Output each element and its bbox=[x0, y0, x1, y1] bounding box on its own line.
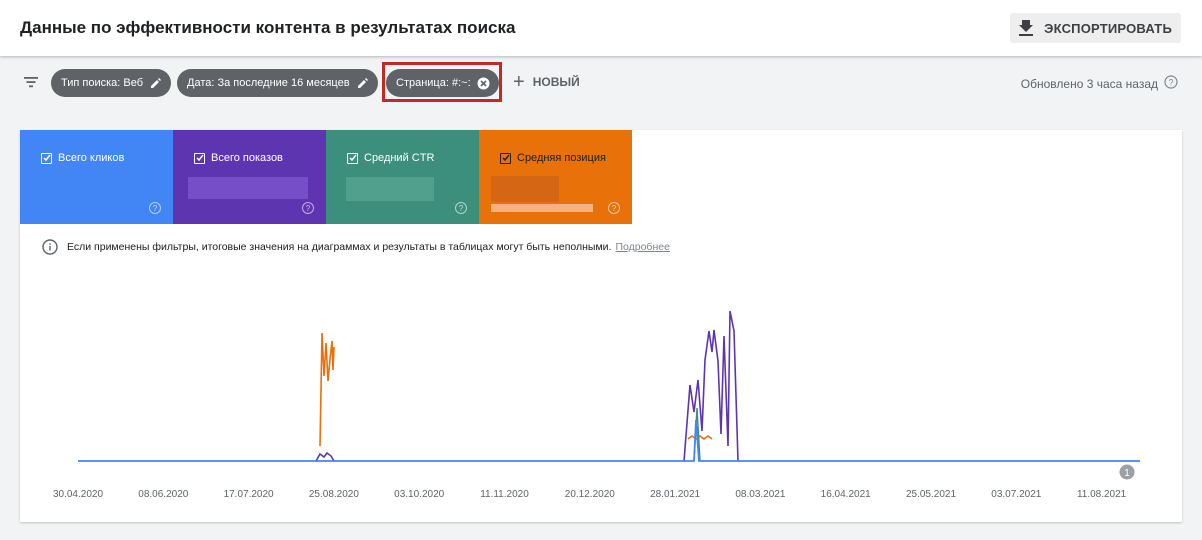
x-tick-label: 20.12.2020 bbox=[565, 489, 615, 500]
x-tick-label: 08.06.2020 bbox=[138, 489, 188, 500]
updated-status: Обновлено 3 часа назад ? bbox=[1021, 75, 1178, 92]
new-filter-button[interactable]: + НОВЫЙ bbox=[513, 71, 580, 93]
filter-chip-search-type[interactable]: Тип поиска: Веб bbox=[51, 69, 172, 97]
updated-text: Обновлено 3 часа назад bbox=[1020, 76, 1158, 91]
x-tick-label: 28.01.2021 bbox=[650, 489, 700, 500]
x-tick-label: 30.04.2020 bbox=[53, 489, 103, 500]
metric-average-position[interactable]: Средняя позиция ? bbox=[479, 130, 632, 224]
filter-icon[interactable] bbox=[22, 73, 40, 91]
filter-notice: Если применены фильтры, итоговые значени… bbox=[42, 239, 670, 255]
redacted-value bbox=[188, 177, 308, 199]
x-tick-label: 08.03.2021 bbox=[735, 489, 785, 500]
redacted-value bbox=[491, 204, 593, 212]
page-filter-highlight bbox=[382, 62, 502, 102]
new-filter-label: НОВЫЙ bbox=[532, 75, 580, 89]
metric-label: Средний CTR bbox=[364, 152, 435, 164]
series-line-impressions bbox=[315, 451, 335, 462]
checkbox-checked-icon[interactable] bbox=[347, 152, 358, 164]
x-axis: 30.04.2020 08.06.2020 17.07.2020 25.08.2020… bbox=[53, 489, 1127, 500]
redacted-value bbox=[346, 177, 434, 201]
chart-lines bbox=[78, 310, 1140, 462]
series-line-clicks bbox=[78, 419, 1140, 462]
metric-total-impressions[interactable]: Всего показов ? bbox=[173, 130, 326, 224]
filter-bar: Тип поиска: Веб Дата: За последние 16 ме… bbox=[0, 56, 1202, 108]
redacted-value bbox=[491, 176, 559, 202]
x-tick-label: 25.08.2020 bbox=[309, 489, 359, 500]
checkbox-checked-icon[interactable] bbox=[41, 152, 52, 164]
x-tick-label: 03.10.2020 bbox=[394, 489, 444, 500]
x-tick-label: 17.07.2020 bbox=[224, 489, 274, 500]
edit-icon[interactable] bbox=[149, 76, 163, 90]
plus-icon: + bbox=[513, 71, 525, 93]
edit-icon[interactable] bbox=[356, 76, 370, 90]
export-button[interactable]: ЭКСПОРТИРОВАТЬ bbox=[1010, 13, 1181, 43]
help-icon[interactable]: ? bbox=[302, 202, 314, 214]
metric-label: Средняя позиция bbox=[517, 152, 606, 164]
checkbox-checked-icon[interactable] bbox=[500, 152, 511, 164]
checkbox-checked-icon[interactable] bbox=[194, 152, 205, 164]
page-header: Данные по эффективности контента в резул… bbox=[0, 0, 1202, 56]
x-tick-label: 11.11.2020 bbox=[480, 489, 529, 500]
metric-average-ctr[interactable]: Средний CTR ? bbox=[326, 130, 479, 224]
series-line-position bbox=[319, 332, 335, 447]
x-tick-label: 25.05.2021 bbox=[906, 489, 956, 500]
performance-card: Всего кликов ? Всего показов ? Средний C… bbox=[20, 130, 1182, 522]
help-icon[interactable]: ? bbox=[455, 202, 467, 214]
filter-chip-date[interactable]: Дата: За последние 16 месяцев bbox=[177, 69, 378, 97]
x-tick-label: 03.07.2021 bbox=[991, 489, 1041, 500]
x-tick-label: 16.04.2021 bbox=[821, 489, 871, 500]
chip-label: Дата: За последние 16 месяцев bbox=[187, 77, 350, 89]
help-icon[interactable]: ? bbox=[1164, 75, 1178, 92]
metric-label: Всего показов bbox=[211, 152, 283, 164]
help-icon[interactable]: ? bbox=[608, 202, 620, 214]
export-label: ЭКСПОРТИРОВАТЬ bbox=[1044, 20, 1172, 36]
series-line-position bbox=[687, 435, 713, 440]
svg-text:?: ? bbox=[1168, 78, 1173, 88]
page-title: Данные по эффективности контента в резул… bbox=[20, 18, 516, 37]
annotation-marker[interactable]: 1 bbox=[1119, 464, 1135, 480]
metric-label: Всего кликов bbox=[58, 152, 125, 164]
help-icon[interactable]: ? bbox=[149, 202, 161, 214]
x-tick-label: 11.08.2021 bbox=[1077, 489, 1127, 500]
performance-chart: 1 30.04.2020 08.06.2020 17.07.2020 25.08.20… bbox=[53, 310, 1140, 500]
chip-label: Тип поиска: Веб bbox=[61, 77, 144, 89]
notice-text: Если применены фильтры, итоговые значени… bbox=[67, 241, 612, 253]
learn-more-link[interactable]: Подробнее bbox=[615, 241, 669, 253]
annotation-label: 1 bbox=[1124, 468, 1130, 479]
download-icon bbox=[1018, 19, 1034, 37]
info-icon bbox=[42, 239, 58, 255]
metric-total-clicks[interactable]: Всего кликов ? bbox=[20, 130, 173, 224]
